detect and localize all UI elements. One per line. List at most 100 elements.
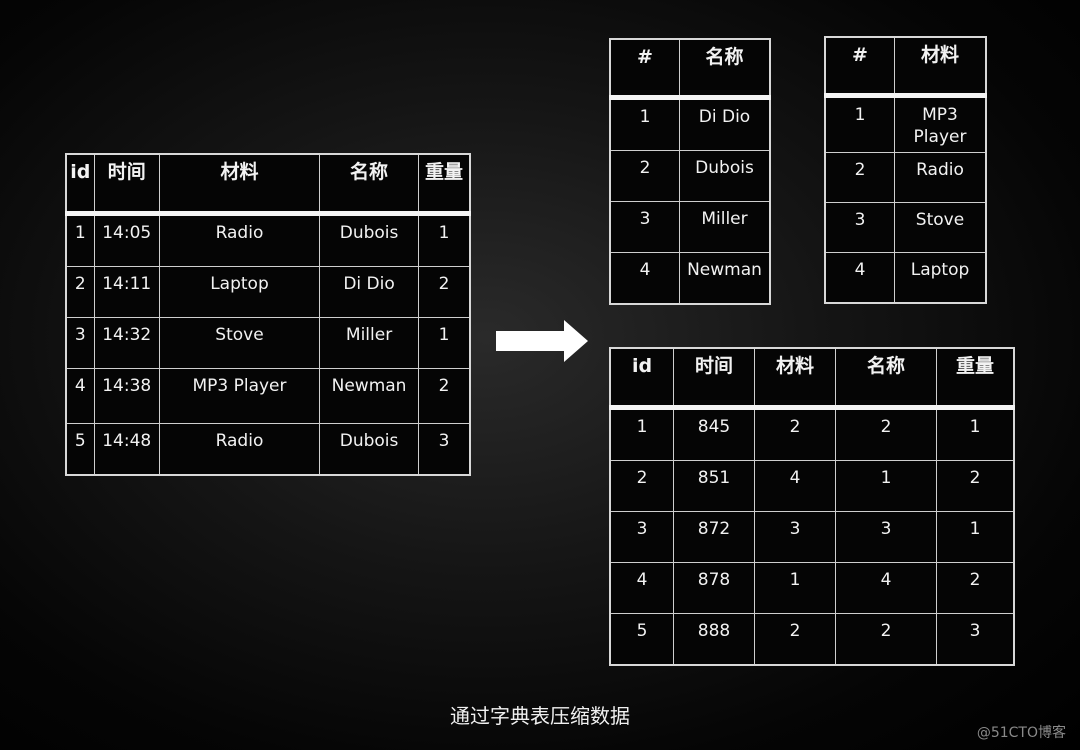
cell: 4 [65,368,95,424]
cell: 2 [754,613,836,666]
cell: 4 [754,460,836,512]
cell: 1 [609,407,674,461]
cell: 4 [835,562,937,614]
cell: 2 [65,266,95,318]
header-cell: id [609,347,674,408]
right-arrow-icon [496,320,588,362]
cell: 3 [65,317,95,369]
table-row: 1 Di Dio [609,97,771,151]
cell: 2 [835,613,937,666]
cell: Laptop [894,252,987,304]
cell: 14:05 [93,213,160,267]
cell: 1 [417,213,471,267]
table-row: 4 14:38 MP3 Player Newman 2 [65,368,471,424]
cell: 3 [609,201,680,253]
table-row: 5 14:48 Radio Dubois 3 [65,423,471,476]
cell: 2 [936,460,1015,512]
cell: 1 [754,562,836,614]
cell: 2 [835,407,937,461]
header-cell: # [609,38,680,98]
cell: MP3 Player [894,95,987,153]
cell: Miller [319,317,419,369]
cell: Newman [319,368,419,424]
header-cell: 时间 [673,347,755,408]
cell: 1 [609,97,680,151]
header-cell: 材料 [754,347,836,408]
cell: 845 [673,407,755,461]
cell: Di Dio [679,97,771,151]
table-row: 5 888 2 2 3 [609,613,1015,666]
table-row: 4 Laptop [824,252,987,304]
table-row: 1 14:05 Radio Dubois 1 [65,213,471,267]
header-cell: 材料 [894,36,987,96]
cell: 878 [673,562,755,614]
cell: Radio [158,423,321,476]
cell: 4 [609,562,674,614]
cell: 3 [936,613,1015,666]
table-row: 3 872 3 3 1 [609,511,1015,563]
cell: 2 [754,407,836,461]
cell: 3 [609,511,674,563]
cell: 2 [609,150,680,202]
cell: 14:38 [93,368,160,424]
header-cell: # [824,36,895,96]
header-cell: 材料 [158,153,321,214]
header-cell: id [65,153,95,214]
watermark: @51CTO博客 [976,725,1066,741]
cell: 14:11 [93,266,160,318]
header-cell: 时间 [93,153,160,214]
header-cell: 重量 [417,153,471,214]
cell: 3 [835,511,937,563]
table-row: 1 845 2 2 1 [609,407,1015,461]
header-cell: 名称 [835,347,937,408]
cell: 2 [417,368,471,424]
cell: 4 [609,252,680,305]
cell: 1 [936,407,1015,461]
cell: 2 [417,266,471,318]
cell: Dubois [679,150,771,202]
cell: 3 [824,202,895,253]
cell: Newman [679,252,771,305]
cell: Dubois [319,213,419,267]
cell: 5 [609,613,674,666]
caption: 通过字典表压缩数据 [450,704,630,728]
cell: Radio [158,213,321,267]
header-row: id 时间 材料 名称 重量 [65,153,471,214]
table-row: 2 Radio [824,152,987,203]
cell: 3 [754,511,836,563]
cell: 1 [835,460,937,512]
table-row: 2 Dubois [609,150,771,202]
cell: 2 [824,152,895,203]
header-cell: 名称 [319,153,419,214]
cell: Stove [158,317,321,369]
cell: 872 [673,511,755,563]
table-row: 3 Stove [824,202,987,253]
cell: 5 [65,423,95,476]
table-row: 3 14:32 Stove Miller 1 [65,317,471,369]
table-row: 4 878 1 4 2 [609,562,1015,614]
cell: 4 [824,252,895,304]
cell: 851 [673,460,755,512]
cell: Dubois [319,423,419,476]
table-row: 3 Miller [609,201,771,253]
cell: 3 [417,423,471,476]
cell: Stove [894,202,987,253]
header-row: # 名称 [609,38,771,98]
cell: MP3 Player [158,368,321,424]
header-row: id 时间 材料 名称 重量 [609,347,1015,408]
cell: 1 [417,317,471,369]
table-row: 4 Newman [609,252,771,305]
name-dictionary-table: # 名称 1 Di Dio 2 Dubois 3 Miller 4 Newman [609,38,771,305]
header-row: # 材料 [824,36,987,96]
cell: Laptop [158,266,321,318]
cell: Miller [679,201,771,253]
cell: 14:32 [93,317,160,369]
cell: 1 [936,511,1015,563]
header-cell: 重量 [936,347,1015,408]
cell: 1 [65,213,95,267]
table-row: 2 851 4 1 2 [609,460,1015,512]
table-row: 2 14:11 Laptop Di Dio 2 [65,266,471,318]
cell: 2 [609,460,674,512]
material-dictionary-table: # 材料 1 MP3 Player 2 Radio 3 Stove 4 Lapt… [824,36,987,304]
header-cell: 名称 [679,38,771,98]
